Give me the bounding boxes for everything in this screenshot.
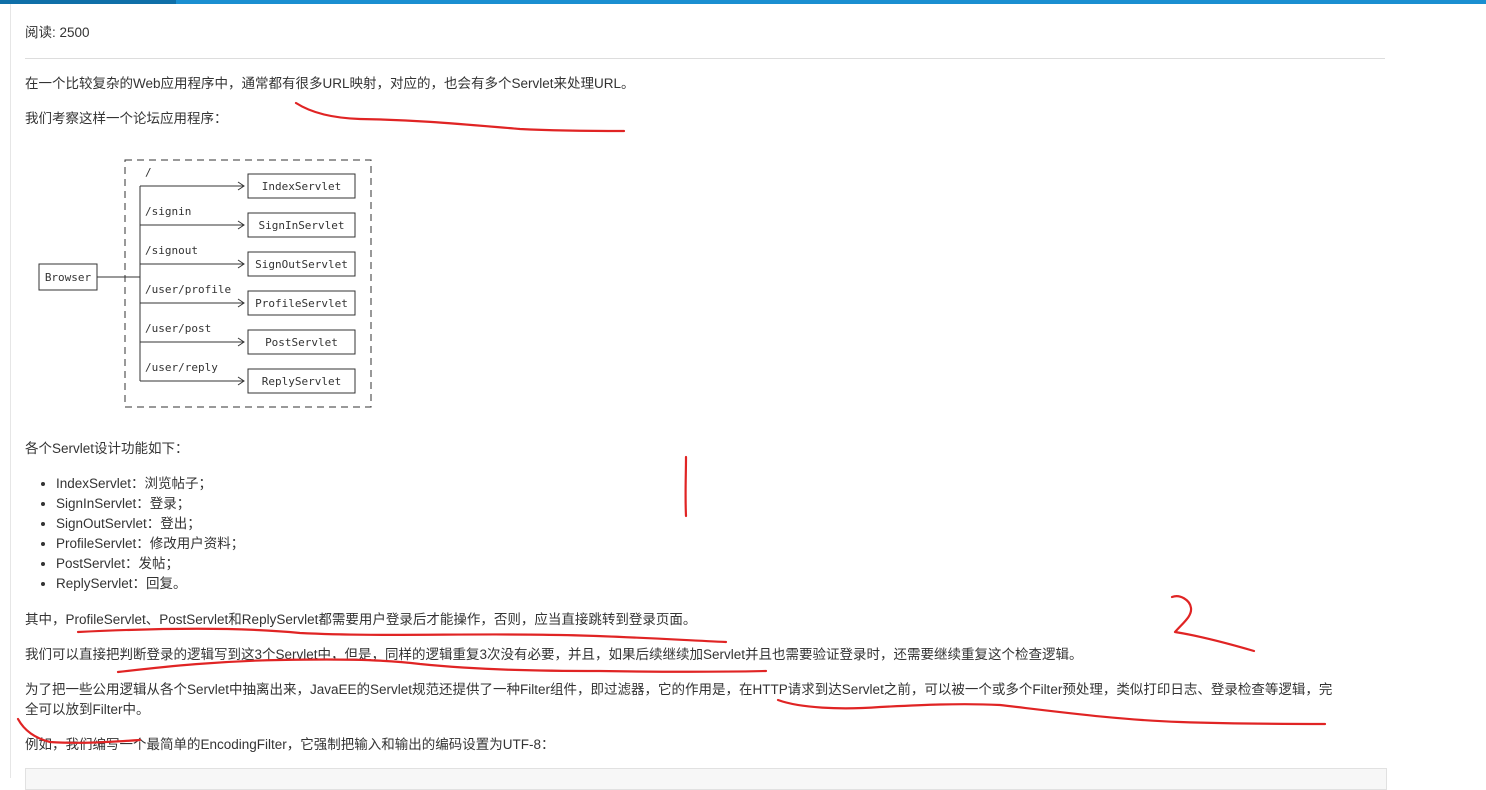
annotation-underline-4 (778, 700, 1325, 724)
servlet-box-label: SignOutServlet (255, 258, 348, 271)
paragraph-filter-line2: 全可以放到Filter中。 (25, 700, 150, 720)
list-item: ReplyServlet：回复。 (56, 574, 244, 594)
list-item: PostServlet：发帖； (56, 554, 244, 574)
annotation-number-two (1172, 596, 1254, 651)
header-divider (25, 58, 1385, 59)
read-count: 阅读: 2500 (25, 23, 90, 43)
paragraph-login-required: 其中，ProfileServlet、PostServlet和ReplyServl… (25, 610, 696, 630)
list-item: ProfileServlet：修改用户资料； (56, 534, 244, 554)
list-item: SignOutServlet：登出； (56, 514, 244, 534)
route-list: / IndexServlet/signin SignInServlet/signou… (140, 166, 355, 393)
route-path-label: /signout (145, 244, 198, 257)
servlet-function-list: IndexServlet：浏览帖子； SignInServlet：登录； Sig… (38, 474, 244, 594)
top-accent-bar (0, 0, 1486, 4)
route-path-label: /user/reply (145, 361, 218, 374)
route-path-label: /user/profile (145, 283, 231, 296)
browser-label: Browser (45, 271, 92, 284)
code-block[interactable] (25, 768, 1387, 790)
route-path-label: /user/post (145, 322, 211, 335)
content-left-border (10, 4, 11, 778)
paragraph-example: 例如，我们编写一个最简单的EncodingFilter，它强制把输入和输出的编码… (25, 735, 555, 755)
annotation-underline-1 (296, 103, 624, 131)
servlet-box-label: PostServlet (265, 336, 338, 349)
list-item: IndexServlet：浏览帖子； (56, 474, 244, 494)
list-item: SignInServlet：登录； (56, 494, 244, 514)
paragraph-forum: 我们考察这样一个论坛应用程序： (25, 109, 228, 129)
paragraph-intro: 在一个比较复杂的Web应用程序中，通常都有很多URL映射，对应的，也会有多个Se… (25, 74, 635, 94)
servlet-mapping-diagram: Browser / IndexServlet/signin SignInServle… (30, 150, 380, 420)
active-top-tab[interactable] (0, 0, 176, 4)
route-path-label: / (145, 166, 152, 179)
servlet-box-label: ProfileServlet (255, 297, 348, 310)
paragraph-duplicate-logic: 我们可以直接把判断登录的逻辑写到这3个Servlet中，但是，同样的逻辑重复3次… (25, 645, 1083, 665)
annotation-underline-2 (78, 629, 726, 642)
servlet-box-label: IndexServlet (262, 180, 341, 193)
servlet-box-label: SignInServlet (258, 219, 344, 232)
route-path-label: /signin (145, 205, 191, 218)
servlet-box-label: ReplyServlet (262, 375, 341, 388)
paragraph-filter-line1: 为了把一些公用逻辑从各个Servlet中抽离出来，JavaEE的Servlet规… (25, 680, 1332, 700)
paragraph-design: 各个Servlet设计功能如下： (25, 439, 189, 459)
